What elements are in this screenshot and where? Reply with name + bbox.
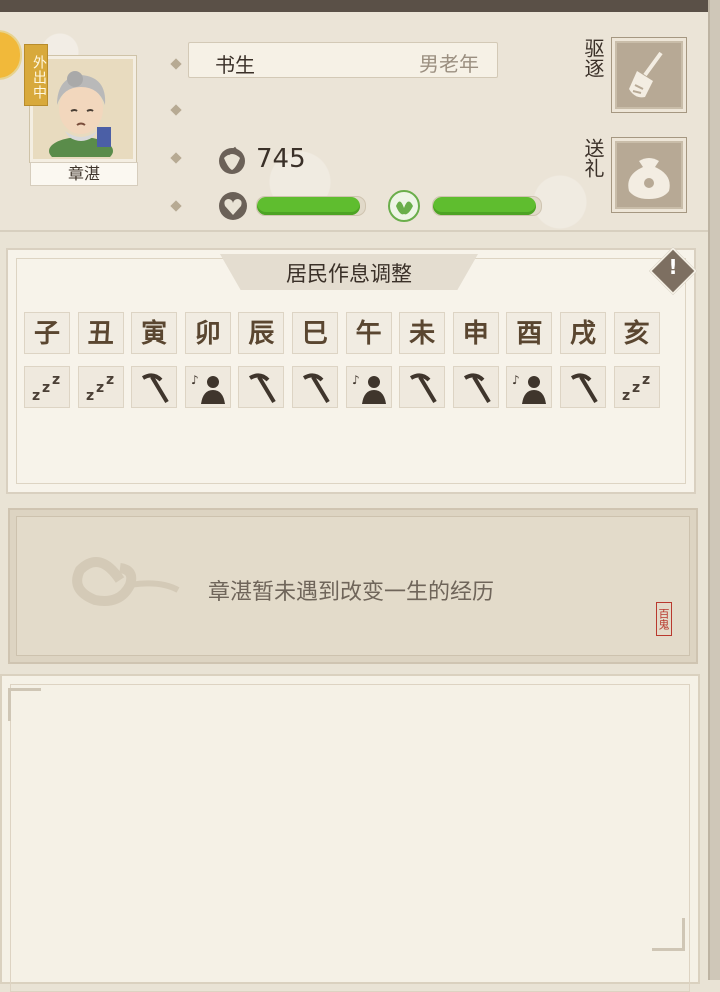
hour-cell: 卯	[184, 312, 231, 354]
hour-cell: 亥	[613, 312, 660, 354]
top-strip	[0, 0, 720, 12]
activity-cell-rest[interactable]: ♪	[345, 366, 392, 408]
activity-cell-work[interactable]	[238, 366, 285, 408]
resident-name: 章湛	[30, 162, 138, 186]
job-info-bar: 书生 男老年	[188, 42, 498, 78]
svg-text:z: z	[106, 372, 114, 388]
mood-bar	[432, 196, 542, 216]
svg-text:♪: ♪	[352, 373, 360, 387]
gift-button[interactable]	[612, 138, 686, 212]
right-frame	[708, 0, 720, 980]
corner-ornament	[652, 918, 685, 951]
mood-leaf-icon	[388, 190, 420, 222]
activity-cell-work[interactable]	[292, 366, 338, 408]
activity-cell-work[interactable]	[131, 366, 178, 408]
hour-cell: 戌	[560, 312, 606, 354]
svg-text:z: z	[642, 372, 650, 388]
hour-cell: 子	[24, 312, 70, 354]
health-bar-fill	[257, 197, 360, 215]
activity-cell-sleep[interactable]: zzz	[77, 366, 124, 408]
svg-text:z: z	[42, 380, 50, 396]
health-bar	[256, 196, 366, 216]
activity-cell-sleep[interactable]: zzz	[24, 366, 70, 408]
activity-cell-rest[interactable]: ♪	[506, 366, 553, 408]
expel-label: 驱逐	[581, 38, 605, 78]
warning-icon: !	[668, 255, 678, 279]
hour-cell: 未	[399, 312, 446, 354]
pickaxe-icon	[142, 373, 169, 404]
coin-count: 745	[256, 144, 306, 174]
expel-button[interactable]	[612, 38, 686, 112]
hour-cell: 巳	[292, 312, 338, 354]
coin-icon	[219, 146, 245, 174]
experience-message: 章湛暂未遇到改变一生的经历	[207, 580, 494, 605]
svg-text:z: z	[86, 388, 94, 404]
outing-status-tag: 外出中	[24, 44, 48, 106]
sleep-zzz-icon: zzz	[32, 372, 60, 404]
svg-text:z: z	[622, 388, 630, 404]
hour-cell: 丑	[77, 312, 124, 354]
activity-cell-work[interactable]	[452, 366, 499, 408]
rest-music-icon: ♪	[191, 373, 225, 404]
pickaxe-icon	[463, 373, 491, 404]
bottom-panel	[0, 674, 700, 992]
pickaxe-icon	[570, 373, 598, 404]
broom-icon	[629, 51, 663, 98]
svg-text:♪: ♪	[191, 373, 199, 387]
hour-cell: 午	[345, 312, 392, 354]
svg-text:z: z	[96, 380, 104, 396]
hour-cell: 申	[452, 312, 499, 354]
age-group: 男老年	[419, 52, 479, 76]
rest-music-icon: ♪	[352, 373, 386, 404]
svg-text:z: z	[32, 388, 40, 404]
hour-cell: 酉	[506, 312, 553, 354]
svg-text:z: z	[632, 380, 640, 396]
baigui-seal: 百鬼	[656, 602, 672, 636]
pickaxe-icon	[410, 373, 437, 404]
corner-ornament	[8, 688, 41, 721]
gift-label: 送礼	[581, 138, 605, 178]
activity-cell-work[interactable]	[399, 366, 446, 408]
sleep-zzz-icon: zzz	[622, 372, 650, 404]
svg-text:z: z	[52, 372, 60, 388]
pickaxe-icon	[302, 373, 330, 404]
rest-music-icon: ♪	[512, 373, 547, 404]
activity-cell-rest[interactable]: ♪	[184, 366, 231, 408]
svg-text:♪: ♪	[512, 373, 520, 387]
old-scholar-avatar-icon	[49, 71, 113, 157]
health-heart-icon	[219, 192, 247, 220]
pickaxe-icon	[249, 373, 277, 404]
hour-cell: 辰	[238, 312, 285, 354]
job-title: 书生	[215, 53, 255, 77]
gift-bag-icon	[628, 158, 670, 199]
sleep-zzz-icon: zzz	[86, 372, 114, 404]
hour-cell: 寅	[131, 312, 178, 354]
mood-bar-fill	[433, 197, 536, 215]
schedule-title: 居民作息调整	[286, 262, 412, 286]
activity-cell-work[interactable]	[560, 366, 606, 408]
activity-cell-sleep[interactable]: zzz	[613, 366, 660, 408]
